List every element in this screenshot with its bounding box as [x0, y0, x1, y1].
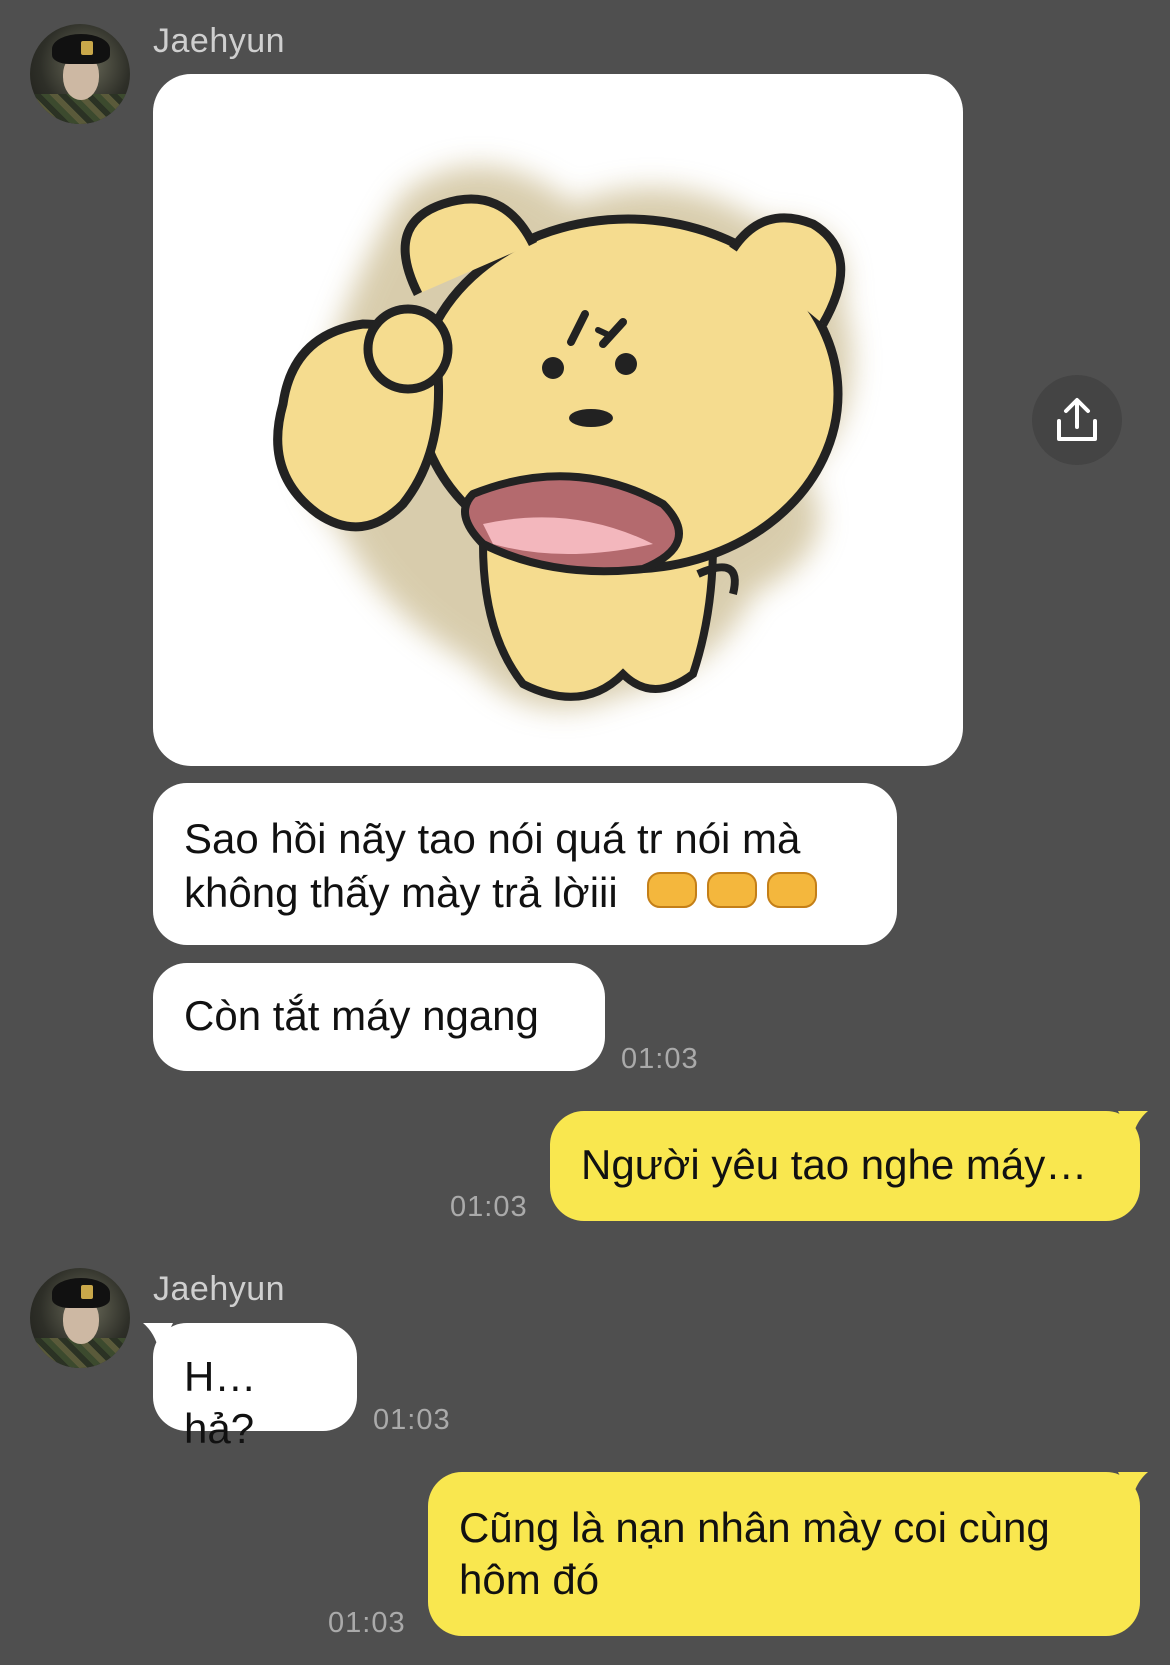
message-timestamp: 01:03 [450, 1191, 528, 1223]
share-upload-icon [1057, 398, 1097, 441]
share-button[interactable] [1032, 375, 1122, 465]
message-line: Sao hồi nãy tao nói quá tr nói mà [184, 815, 801, 862]
contact-avatar[interactable] [30, 1268, 130, 1368]
message-text: Người yêu tao nghe máy… [581, 1141, 1088, 1188]
incoming-message[interactable]: H…hả? [153, 1323, 357, 1452]
sender-name: Jaehyun [153, 1270, 286, 1308]
message-text: Còn tắt máy ngang [184, 992, 539, 1039]
sender-name: Jaehyun [153, 22, 286, 60]
message-timestamp: 01:03 [328, 1607, 406, 1639]
message-line: hôm đó [459, 1556, 600, 1603]
angry-bear-pointing-sticker-icon [273, 166, 852, 709]
message-text: H…hả? [184, 1353, 257, 1452]
message-line: không thấy mày trả lờiii [184, 869, 618, 916]
punch-emoji-icon [647, 872, 818, 908]
outgoing-message[interactable]: Cũng là nạn nhân mày coi cùng hôm đó [428, 1472, 1140, 1636]
message-line-with-emoji: không thấy mày trả lờiii [184, 865, 866, 919]
contact-avatar[interactable] [30, 24, 130, 124]
outgoing-message[interactable]: Người yêu tao nghe máy… [550, 1111, 1140, 1221]
message-line: Cũng là nạn nhân mày coi cùng [459, 1504, 1050, 1551]
incoming-message[interactable]: Sao hồi nãy tao nói quá tr nói mà không … [153, 783, 897, 945]
incoming-message[interactable]: Còn tắt máy ngang [153, 963, 605, 1071]
bubble-tail-icon [1118, 1111, 1148, 1139]
bubble-tail-icon [1118, 1472, 1148, 1500]
message-timestamp: 01:03 [621, 1043, 699, 1075]
message-timestamp: 01:03 [373, 1404, 451, 1436]
bear-sticker[interactable] [153, 74, 963, 766]
